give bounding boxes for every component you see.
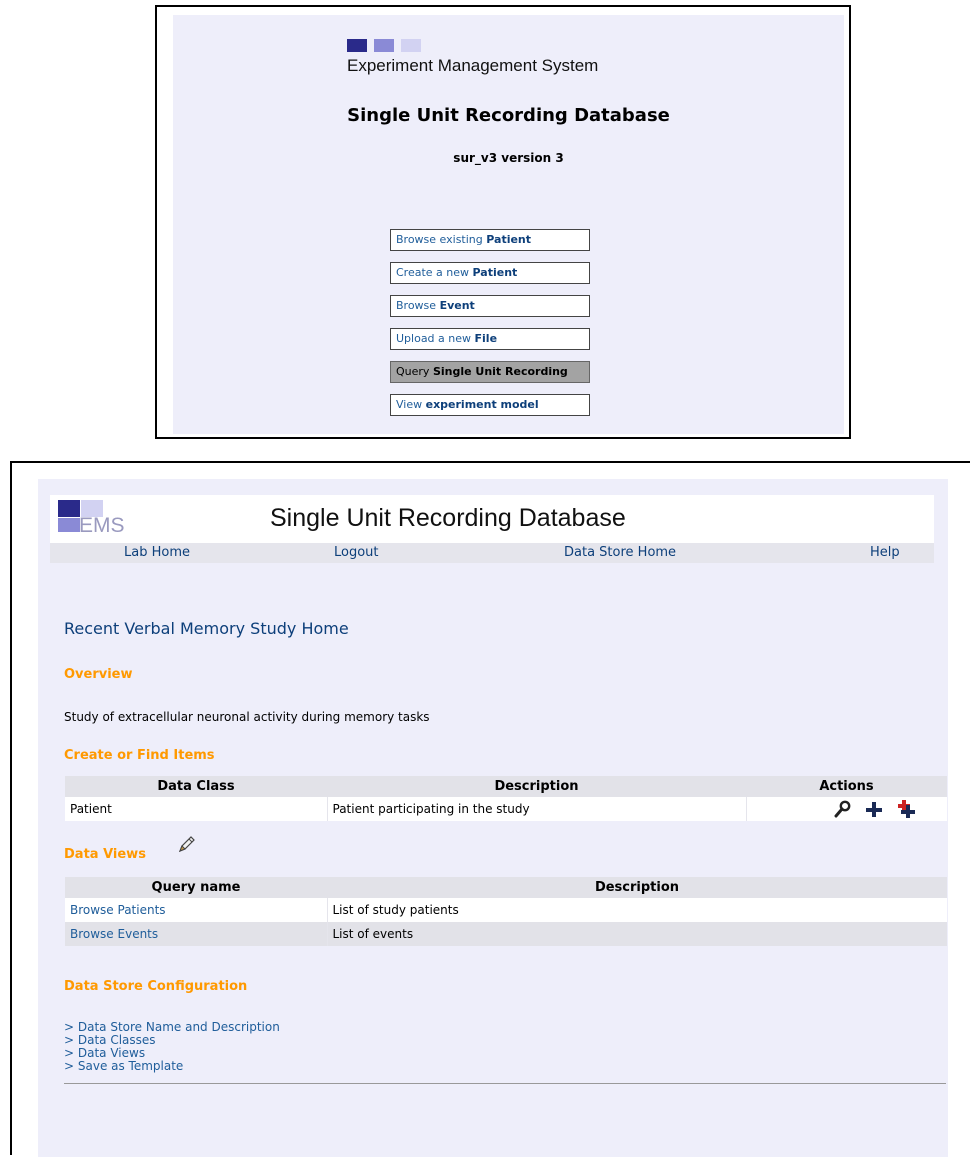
description-cell: List of study patients (326, 898, 947, 922)
browse-patients-link[interactable]: Browse Patients (70, 903, 166, 917)
column-header: Actions (746, 776, 947, 797)
table-header-row: Query name Description (65, 877, 947, 898)
query-name-cell: Browse Patients (65, 898, 327, 922)
overview-text: Study of extracellular neuronal activity… (64, 710, 430, 724)
query-recording-button[interactable]: Query Single Unit Recording (390, 361, 590, 383)
menu-target: Patient (472, 266, 518, 279)
page-header: EMS Single Unit Recording Database (50, 495, 934, 543)
config-links: > Data Store Name and Description > Data… (64, 1021, 280, 1073)
upload-file-button[interactable]: Upload a new File (390, 328, 590, 350)
menu-target: Single Unit Recording (432, 365, 568, 378)
browse-events-link[interactable]: Browse Events (70, 927, 158, 941)
column-header: Query name (65, 877, 327, 898)
table-header-row: Data Class Description Actions (65, 776, 947, 797)
data-class-cell: Patient (65, 797, 327, 821)
description-cell: List of events (326, 922, 947, 946)
logo-square-light (401, 39, 421, 52)
divider (64, 1083, 946, 1084)
data-views-table: Query name Description Browse Patients L… (65, 877, 947, 946)
nav-lab-home[interactable]: Lab Home (124, 545, 190, 560)
top-panel-content: Experiment Management System Single Unit… (173, 15, 844, 434)
table-row: Browse Patients List of study patients (65, 898, 947, 922)
page-title: Recent Verbal Memory Study Home (64, 619, 349, 638)
logo-square-dark (347, 39, 367, 52)
search-icon[interactable] (831, 800, 853, 818)
bottom-panel: EMS Single Unit Recording Database Lab H… (10, 461, 970, 1157)
column-header: Description (327, 877, 947, 898)
logo-square-mid (58, 518, 80, 532)
header-title: Single Unit Recording Database (270, 504, 626, 532)
nav-bar: Lab Home Logout Data Store Home Help (50, 543, 934, 563)
config-link-save-template[interactable]: > Save as Template (64, 1060, 280, 1073)
plus-icon[interactable] (863, 800, 885, 818)
menu-prefix: Browse (396, 299, 440, 312)
actions-cell (745, 797, 947, 821)
column-header: Description (327, 776, 746, 797)
nav-logout[interactable]: Logout (334, 545, 379, 560)
data-views-heading: Data Views (64, 847, 146, 862)
database-title: Single Unit Recording Database (347, 105, 670, 126)
database-version: sur_v3 version 3 (453, 151, 564, 165)
browse-patient-button[interactable]: Browse existing Patient (390, 229, 590, 251)
pencil-icon[interactable] (176, 834, 196, 854)
menu-prefix: Create a new (396, 266, 473, 279)
column-header: Data Class (65, 776, 327, 797)
logo-text: Experiment Management System (347, 56, 599, 75)
table-row: Patient Patient participating in the stu… (65, 797, 947, 821)
logo-square-dark (58, 500, 80, 517)
query-name-cell: Browse Events (65, 922, 327, 946)
data-class-table: Data Class Description Actions Patient P… (65, 776, 947, 821)
menu-prefix: Upload a new (396, 332, 475, 345)
table-row: Browse Events List of events (65, 922, 947, 946)
menu-target: experiment model (425, 398, 539, 411)
create-find-heading: Create or Find Items (64, 748, 215, 763)
nav-help[interactable]: Help (870, 545, 900, 560)
multi-add-icon[interactable] (895, 800, 917, 818)
config-heading: Data Store Configuration (64, 979, 248, 994)
top-panel: Experiment Management System Single Unit… (155, 5, 851, 439)
logo-square-mid (374, 39, 394, 52)
menu-target: File (474, 332, 498, 345)
overview-heading: Overview (64, 667, 133, 682)
view-model-button[interactable]: View experiment model (390, 394, 590, 416)
browse-event-button[interactable]: Browse Event (390, 295, 590, 317)
menu-target: Event (439, 299, 475, 312)
menu-prefix: View (396, 398, 426, 411)
ems-logo[interactable]: EMS (58, 500, 148, 540)
logo-text: EMS (79, 514, 125, 537)
menu-prefix: Browse existing (396, 233, 487, 246)
data-store-page: EMS Single Unit Recording Database Lab H… (38, 479, 948, 1157)
description-cell: Patient participating in the study (326, 797, 746, 821)
create-patient-button[interactable]: Create a new Patient (390, 262, 590, 284)
nav-data-store-home[interactable]: Data Store Home (564, 545, 676, 560)
menu-prefix: Query (396, 365, 433, 378)
menu-target: Patient (486, 233, 532, 246)
